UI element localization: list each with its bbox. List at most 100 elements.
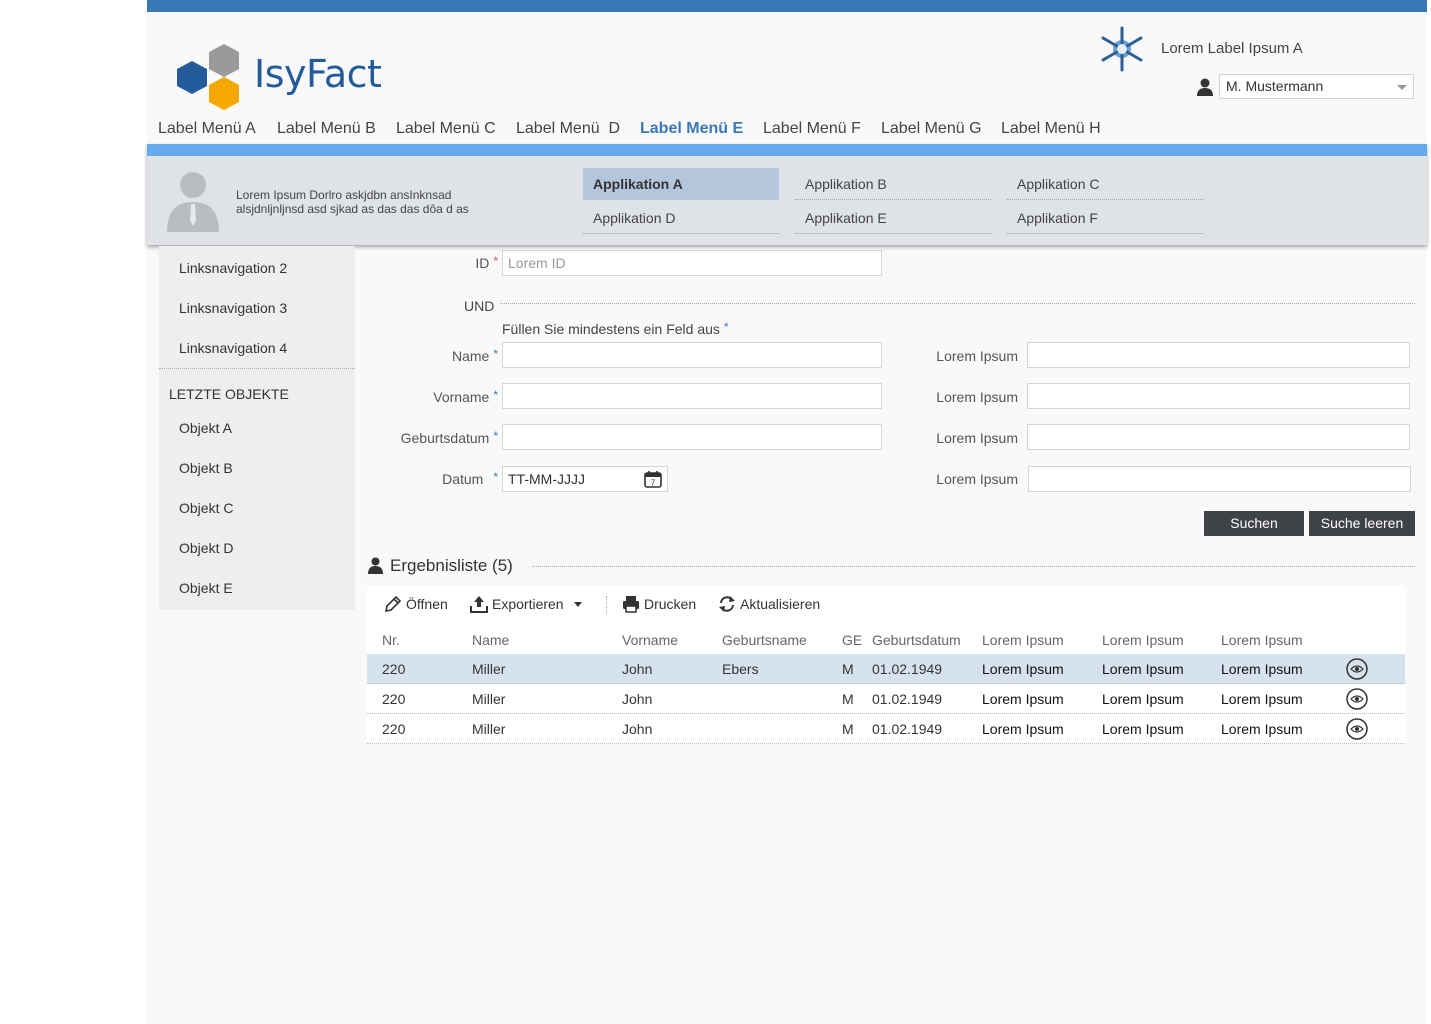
required-marker: *: [493, 388, 498, 402]
result-list-title: Ergebnisliste (5): [390, 556, 513, 575]
chevron-down-icon: [574, 602, 583, 608]
main-nav-item-g[interactable]: Label Menü G: [881, 120, 982, 138]
calendar-icon[interactable]: 7: [644, 470, 662, 488]
cell-lorem-1: Lorem Ipsum: [982, 721, 1064, 737]
column-header-nr[interactable]: Nr.: [382, 632, 400, 648]
lorem-ipsum-input-3[interactable]: [1027, 424, 1410, 450]
print-button[interactable]: Drucken: [622, 596, 696, 614]
recent-object-d[interactable]: Objekt D: [179, 540, 233, 556]
sidebar-link-2[interactable]: Linksnavigation 2: [179, 260, 287, 276]
refresh-icon: [719, 596, 735, 613]
vorname-input[interactable]: [502, 383, 882, 409]
name-input[interactable]: [502, 342, 882, 368]
cell-ge: M: [842, 691, 854, 707]
sidebar-link-3[interactable]: Linksnavigation 3: [179, 300, 287, 316]
main-nav-item-c[interactable]: Label Menü C: [396, 120, 496, 138]
cell-lorem-3: Lorem Ipsum: [1221, 721, 1303, 737]
clear-search-button[interactable]: Suche leeren: [1309, 511, 1415, 536]
datum-input[interactable]: TT-MM-JJJJ 7: [502, 466, 668, 492]
required-marker: *: [723, 320, 729, 334]
main-nav-item-h[interactable]: Label Menü H: [1001, 120, 1101, 138]
view-eye-icon[interactable]: [1346, 688, 1368, 710]
cell-vorname: John: [622, 661, 653, 677]
geburtsdatum-label-text: Geburtsdatum: [400, 430, 490, 446]
cell-ge: M: [842, 721, 854, 737]
toolbar-divider: [606, 596, 607, 614]
refresh-button-label: Aktualisieren: [740, 596, 821, 612]
vorname-label: Vorname *: [360, 388, 498, 405]
lorem-ipsum-label-2: Lorem Ipsum: [936, 389, 1018, 405]
cell-name: Miller: [472, 661, 506, 677]
required-marker: *: [493, 347, 498, 361]
mega-menu-description-line1: Lorem Ipsum Dorlro askjdbn ansInknsad: [236, 188, 452, 202]
main-nav-item-a[interactable]: Label Menü A: [158, 120, 256, 138]
sidebar-link-4[interactable]: Linksnavigation 4: [179, 340, 287, 356]
recent-object-e[interactable]: Objekt E: [179, 580, 233, 596]
und-separator-line: [500, 303, 1415, 304]
geburtsdatum-input[interactable]: [502, 424, 882, 450]
recent-object-a[interactable]: Objekt A: [179, 420, 232, 436]
lorem-ipsum-input-4[interactable]: [1028, 466, 1411, 492]
vorname-label-text: Vorname: [433, 389, 490, 405]
export-button[interactable]: Exportieren: [470, 596, 587, 614]
column-header-lorem-2[interactable]: Lorem Ipsum: [1102, 632, 1184, 648]
cell-geburtsdatum: 01.02.1949: [872, 661, 943, 677]
cell-lorem-1: Lorem Ipsum: [982, 691, 1064, 707]
cell-geburtsdatum: 01.02.1949: [872, 691, 943, 707]
cell-nr: 220: [382, 721, 406, 737]
app-link-c[interactable]: Applikation C: [1007, 168, 1203, 200]
id-input[interactable]: [502, 250, 882, 276]
main-nav-item-e[interactable]: Label Menü E: [640, 120, 743, 138]
search-button[interactable]: Suchen: [1204, 511, 1304, 536]
column-header-lorem-3[interactable]: Lorem Ipsum: [1221, 632, 1303, 648]
table-row[interactable]: 220 Miller John M 01.02.1949 Lorem Ipsum…: [367, 714, 1405, 744]
column-header-name[interactable]: Name: [472, 632, 509, 648]
open-button-label: Öffnen: [406, 596, 448, 612]
geburtsdatum-label: Geburtsdatum *: [360, 429, 498, 446]
mega-menu-description: Lorem Ipsum Dorlro askjdbn ansInknsad al…: [236, 188, 496, 216]
lorem-ipsum-input-2[interactable]: [1027, 383, 1410, 409]
cell-lorem-2: Lorem Ipsum: [1102, 691, 1184, 707]
app-link-e[interactable]: Applikation E: [795, 202, 991, 234]
column-header-vorname[interactable]: Vorname: [622, 632, 678, 648]
main-nav-item-b[interactable]: Label Menü B: [277, 120, 376, 138]
lorem-ipsum-label-1: Lorem Ipsum: [936, 348, 1018, 364]
column-header-lorem-1[interactable]: Lorem Ipsum: [982, 632, 1064, 648]
table-row[interactable]: 220 Miller John M 01.02.1949 Lorem Ipsum…: [367, 684, 1405, 714]
main-nav-item-f[interactable]: Label Menü F: [763, 120, 861, 138]
user-icon: [368, 557, 383, 574]
column-header-geburtsdatum[interactable]: Geburtsdatum: [872, 632, 961, 648]
name-label: Name *: [360, 347, 498, 364]
app-link-f[interactable]: Applikation F: [1007, 202, 1203, 234]
top-accent-bar: [147, 0, 1427, 12]
column-header-ge[interactable]: GE: [842, 632, 862, 648]
svg-text:7: 7: [651, 479, 656, 488]
view-eye-icon[interactable]: [1346, 718, 1368, 740]
user-icon: [1197, 78, 1213, 96]
recent-object-c[interactable]: Objekt C: [179, 500, 233, 516]
view-eye-icon[interactable]: [1346, 658, 1368, 680]
refresh-button[interactable]: Aktualisieren: [718, 596, 820, 614]
datum-input-value: TT-MM-JJJJ: [508, 471, 585, 487]
logo-text: IsyFact: [254, 52, 382, 96]
cell-lorem-2: Lorem Ipsum: [1102, 721, 1184, 737]
app-link-d[interactable]: Applikation D: [583, 202, 779, 234]
form-hint-text: Füllen Sie mindestens ein Feld aus: [502, 321, 720, 337]
result-table: Nr. Name Vorname Geburtsname GE Geburtsd…: [367, 624, 1405, 744]
lorem-ipsum-input-1[interactable]: [1027, 342, 1410, 368]
sidebar-divider: [159, 368, 355, 369]
app-link-b[interactable]: Applikation B: [795, 168, 991, 200]
user-select[interactable]: M. Mustermann: [1219, 74, 1414, 99]
table-row[interactable]: 220 Miller John Ebers M 01.02.1949 Lorem…: [367, 654, 1405, 684]
cell-geburtsdatum: 01.02.1949: [872, 721, 943, 737]
export-button-label: Exportieren: [492, 596, 564, 612]
result-toolbar: Öffnen Exportieren Drucken Aktualisieren: [367, 586, 1405, 624]
cell-geburtsname: Ebers: [722, 661, 759, 677]
mega-menu-accent-bar: [147, 144, 1427, 156]
main-nav-item-d[interactable]: Label Menü D: [516, 120, 620, 138]
app-link-a[interactable]: Applikation A: [583, 168, 779, 200]
recent-object-b[interactable]: Objekt B: [179, 460, 233, 476]
open-button[interactable]: Öffnen: [384, 596, 448, 614]
name-label-text: Name: [451, 348, 490, 364]
column-header-geburtsname[interactable]: Geburtsname: [722, 632, 807, 648]
